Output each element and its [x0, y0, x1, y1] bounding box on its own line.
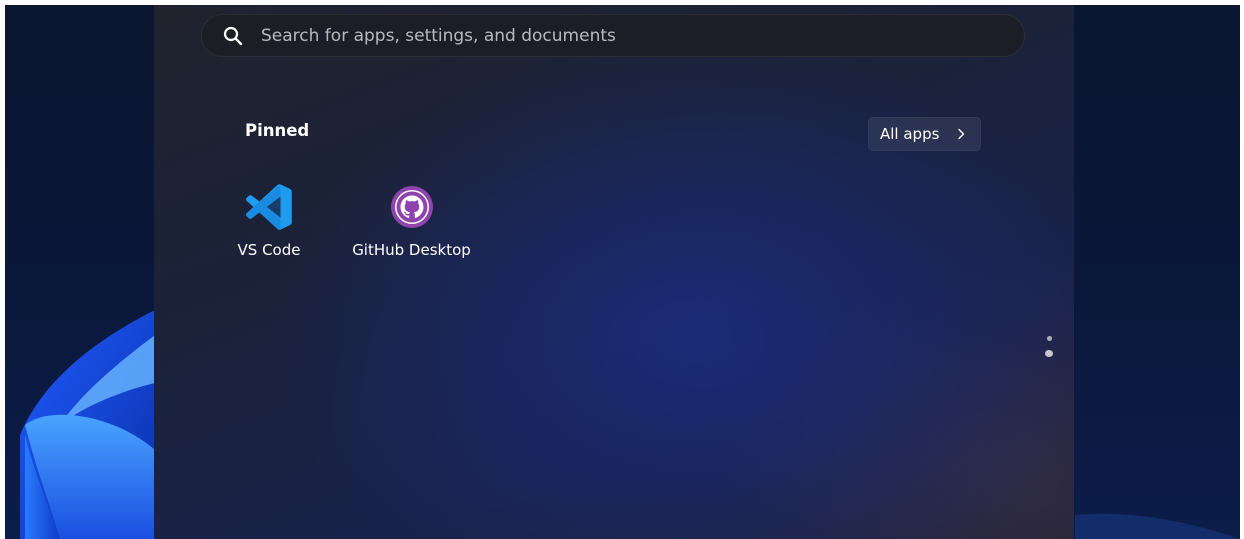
- pinned-heading: Pinned: [245, 121, 310, 140]
- page-dot-active[interactable]: [1045, 349, 1053, 357]
- all-apps-label: All apps: [880, 125, 940, 143]
- pinned-app-github-desktop[interactable]: GitHub Desktop: [344, 183, 479, 259]
- all-apps-button[interactable]: All apps: [868, 117, 981, 151]
- page-dot[interactable]: [1046, 336, 1052, 341]
- search-box[interactable]: [201, 14, 1025, 57]
- page-indicator[interactable]: [1042, 336, 1056, 366]
- app-label: VS Code: [237, 241, 301, 259]
- pinned-app-vscode[interactable]: VS Code: [234, 183, 304, 259]
- chevron-right-icon: [957, 128, 965, 140]
- search-input[interactable]: [261, 15, 1024, 56]
- vscode-icon: [245, 183, 293, 231]
- search-icon: [222, 25, 244, 47]
- desktop: Pinned All apps VS Code: [5, 5, 1240, 539]
- start-menu: Pinned All apps VS Code: [154, 5, 1074, 539]
- app-label: GitHub Desktop: [352, 241, 471, 259]
- github-desktop-icon: [388, 183, 436, 231]
